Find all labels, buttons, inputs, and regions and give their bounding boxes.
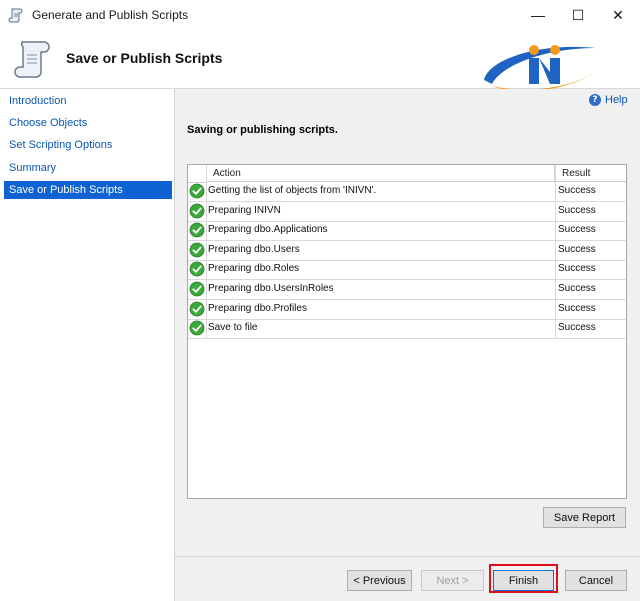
row-action: Preparing dbo.UsersInRoles <box>208 283 334 294</box>
row-result: Success <box>558 322 596 334</box>
maximize-button[interactable]: ☐ <box>556 0 600 30</box>
title-bar: Generate and Publish Scripts — ☐ ✕ <box>0 0 640 30</box>
sidebar-item-save-or-publish-scripts[interactable]: Save or Publish Scripts <box>4 181 172 199</box>
row-action: Preparing dbo.Profiles <box>208 302 307 314</box>
success-check-icon <box>189 320 205 336</box>
previous-button[interactable]: < Previous <box>347 570 412 591</box>
table-header-status <box>188 165 207 183</box>
section-title: Saving or publishing scripts. <box>187 124 338 136</box>
maximize-icon: ☐ <box>571 6 585 23</box>
cancel-button[interactable]: Cancel <box>565 570 627 591</box>
scroll-icon <box>14 41 50 78</box>
success-check-icon <box>189 222 205 238</box>
sidebar-item-summary[interactable]: Summary <box>4 159 172 177</box>
sidebar-item-label: Introduction <box>9 95 67 107</box>
sidebar-item-label: Save or Publish Scripts <box>9 184 123 196</box>
table-row[interactable]: Preparing dbo.Users Success <box>188 241 626 261</box>
finish-highlight-box <box>489 564 558 593</box>
table-row[interactable]: Getting the list of objects from 'INIVN'… <box>188 182 626 202</box>
success-check-icon <box>189 281 205 297</box>
scroll-icon <box>8 8 23 23</box>
sidebar-item-choose-objects[interactable]: Choose Objects <box>4 114 172 132</box>
sidebar-item-set-scripting-options[interactable]: Set Scripting Options <box>4 136 172 154</box>
sidebar-item-label: Summary <box>9 162 57 174</box>
row-result: Success <box>558 204 596 216</box>
success-check-icon <box>189 261 205 277</box>
success-check-icon <box>189 183 205 199</box>
help-link[interactable]: ? Help <box>589 94 628 106</box>
sidebar-item-label: Set Scripting Options <box>9 139 113 151</box>
row-action: Preparing dbo.Applications <box>208 224 328 236</box>
table-row[interactable]: Preparing dbo.Applications Success <box>188 221 626 242</box>
success-check-icon <box>189 301 205 316</box>
close-button[interactable]: ✕ <box>596 0 640 30</box>
close-icon: ✕ <box>612 6 624 23</box>
ini-logo <box>484 45 598 92</box>
window-title: Generate and Publish Scripts <box>32 8 189 22</box>
next-button[interactable]: Next > <box>421 570 484 591</box>
help-label: Help <box>605 94 628 106</box>
table-row[interactable]: Preparing dbo.Roles Success <box>188 260 626 281</box>
row-result: Success <box>558 224 596 236</box>
minimize-icon: — <box>531 7 545 23</box>
sidebar-item-introduction[interactable]: Introduction <box>4 92 172 110</box>
row-action: Save to file <box>208 322 258 334</box>
minimize-button[interactable]: — <box>516 0 560 30</box>
save-report-button[interactable]: Save Report <box>543 507 626 528</box>
column-divider <box>555 165 556 339</box>
sidebar-item-label: Choose Objects <box>9 117 88 129</box>
success-check-icon <box>189 203 205 218</box>
table-row[interactable]: Preparing dbo.UsersInRoles Success <box>188 280 626 300</box>
table-row[interactable]: Preparing INIVN Success <box>188 202 626 222</box>
success-check-icon <box>189 242 205 258</box>
row-action: Preparing dbo.Roles <box>208 263 300 275</box>
row-result: Success <box>558 302 596 314</box>
table-row[interactable]: Save to file Success <box>188 319 626 340</box>
column-divider <box>206 165 207 339</box>
table-header-result[interactable]: Result <box>556 165 626 182</box>
generate-publish-scripts-window: Generate and Publish Scripts — ☐ ✕ Save … <box>0 0 640 601</box>
page-title: Save or Publish Scripts <box>66 50 223 66</box>
results-table: Action Result Getting the list of object… <box>187 164 627 499</box>
row-action: Getting the list of objects from 'INIVN'… <box>208 185 377 196</box>
row-action: Preparing INIVN <box>208 204 281 216</box>
table-header-action[interactable]: Action <box>207 165 555 182</box>
wizard-sidebar: Introduction Choose Objects Set Scriptin… <box>0 89 175 601</box>
row-result: Success <box>558 283 596 294</box>
row-action: Preparing dbo.Users <box>208 243 300 255</box>
row-result: Success <box>558 263 596 275</box>
help-icon: ? <box>589 94 601 106</box>
row-result: Success <box>558 185 596 196</box>
wizard-header: Save or Publish Scripts <box>0 30 640 92</box>
footer-divider <box>175 556 640 557</box>
row-result: Success <box>558 243 596 255</box>
table-row[interactable]: Preparing dbo.Profiles Success <box>188 300 626 320</box>
